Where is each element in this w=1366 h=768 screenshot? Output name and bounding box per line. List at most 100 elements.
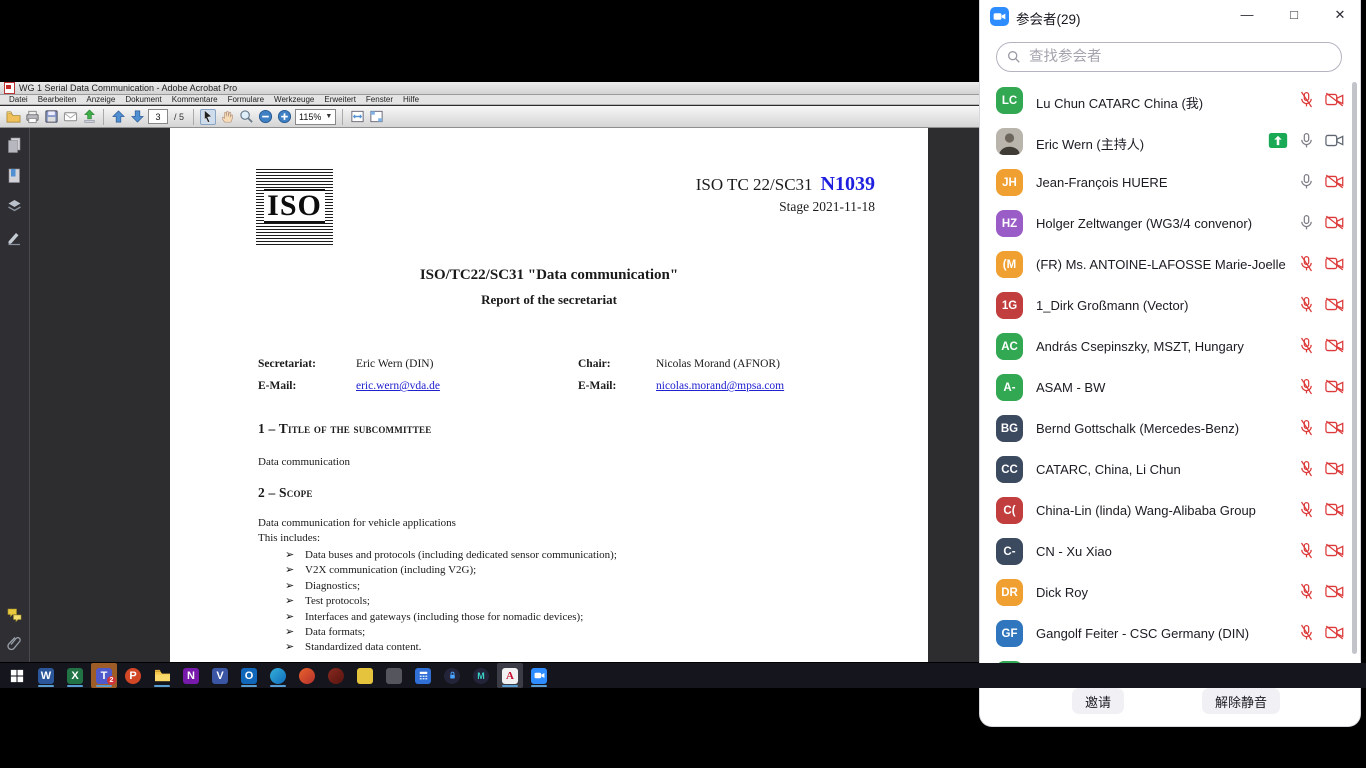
participant-row[interactable]: ACAndrás Csepinszky, MSZT, Hungary — [980, 326, 1360, 367]
zoom-level-select[interactable]: 115% ▼ — [295, 109, 336, 125]
window-title: WG 1 Serial Data Communication - Adobe A… — [19, 83, 237, 93]
unmute-all-button[interactable]: 解除静音 — [1202, 688, 1280, 714]
page-number-input[interactable]: 3 — [148, 109, 168, 124]
participant-row[interactable]: DRDick Roy — [980, 572, 1360, 613]
acrobat-title-bar[interactable]: WG 1 Serial Data Communication - Adobe A… — [0, 82, 980, 95]
print-icon[interactable] — [24, 109, 40, 125]
camera-off-icon — [1325, 297, 1344, 312]
menu-bearbeiten[interactable]: Bearbeiten — [33, 95, 82, 104]
participant-row[interactable]: GFGangolf Feiter - CSC Germany (DIN) — [980, 613, 1360, 654]
taskbar-item-acrobat[interactable]: A — [497, 663, 523, 688]
menu-fenster[interactable]: Fenster — [361, 95, 398, 104]
excel-icon: X — [67, 668, 83, 684]
taskbar-item-m-app[interactable]: M — [468, 663, 494, 688]
sticky-notes-icon — [357, 668, 373, 684]
taskbar-item-word[interactable]: W — [33, 663, 59, 688]
menu-erweitert[interactable]: Erweitert — [319, 95, 361, 104]
taskbar-item-zoom[interactable] — [526, 663, 552, 688]
prev-page-icon[interactable] — [110, 109, 126, 125]
participant-row[interactable]: LCLu Chun CATARC China (我) — [980, 80, 1360, 121]
participant-row[interactable]: (M(FR) Ms. ANTOINE-LAFOSSE Marie-Joelle — [980, 244, 1360, 285]
avatar — [996, 128, 1023, 155]
chair-value: Nicolas Morand (AFNOR) — [656, 358, 780, 370]
menu-hilfe[interactable]: Hilfe — [398, 95, 424, 104]
participant-row[interactable]: BGBernd Gottschalk (Mercedes-Benz) — [980, 408, 1360, 449]
hand-icon[interactable] — [219, 109, 235, 125]
zoom-in-icon[interactable] — [276, 109, 292, 125]
participant-photo — [996, 128, 1023, 155]
participant-status-icons — [1299, 378, 1344, 395]
participant-name: Dick Roy — [1036, 585, 1088, 600]
taskbar-item-calculator[interactable] — [410, 663, 436, 688]
comments-icon[interactable] — [6, 606, 23, 623]
save-icon[interactable] — [43, 109, 59, 125]
fit-page-icon[interactable] — [368, 109, 384, 125]
scrollbar[interactable] — [1352, 82, 1357, 654]
maximize-button[interactable]: □ — [1285, 5, 1303, 25]
search-box[interactable] — [996, 42, 1342, 72]
taskbar-item-sticky-notes[interactable] — [352, 663, 378, 688]
bullet-arrow-icon: ➢ — [285, 579, 305, 594]
taskbar-item-app-dark[interactable] — [381, 663, 407, 688]
participant-status-icons — [1299, 214, 1344, 231]
powerpoint-icon: P — [125, 668, 141, 684]
zoom-out-icon[interactable] — [257, 109, 273, 125]
visio-icon: V — [212, 668, 228, 684]
taskbar-item-app-red-2[interactable] — [323, 663, 349, 688]
participant-row[interactable]: HZHolger Zeltwanger (WG3/4 convenor) — [980, 203, 1360, 244]
participant-row[interactable]: C(China-Lin (linda) Wang-Alibaba Group — [980, 490, 1360, 531]
send-icon[interactable] — [81, 109, 97, 125]
select-icon[interactable] — [200, 109, 216, 125]
pages-icon[interactable] — [6, 136, 23, 153]
close-button[interactable]: ✕ — [1331, 5, 1349, 25]
taskbar-item-visio[interactable]: V — [207, 663, 233, 688]
participant-row[interactable]: C-CN - Xu Xiao — [980, 531, 1360, 572]
chair-email-link[interactable]: nicolas.morand@mpsa.com — [656, 380, 784, 392]
minimize-button[interactable]: — — [1238, 5, 1256, 25]
open-icon[interactable] — [5, 109, 21, 125]
taskbar-item-app-red-1[interactable] — [294, 663, 320, 688]
layers-icon[interactable] — [6, 198, 23, 215]
menu-formulare[interactable]: Formulare — [223, 95, 269, 104]
participant-row[interactable]: JHJean-François HUERE — [980, 162, 1360, 203]
taskbar-item-start[interactable] — [4, 663, 30, 688]
menu-dokument[interactable]: Dokument — [120, 95, 166, 104]
scope-item-text: V2X communication (including V2G); — [305, 564, 476, 576]
taskbar-item-edge[interactable] — [265, 663, 291, 688]
attachments-icon[interactable] — [6, 635, 23, 652]
participant-row[interactable]: 1G1_Dirk Großmann (Vector) — [980, 285, 1360, 326]
mic-muted-icon — [1299, 460, 1314, 477]
participant-row[interactable]: CCCATARC, China, Li Chun — [980, 449, 1360, 490]
scope-list-item: ➢Interfaces and gateways (including thos… — [285, 610, 617, 625]
participant-name: Holger Zeltwanger (WG3/4 convenor) — [1036, 216, 1252, 231]
fit-width-icon[interactable] — [349, 109, 365, 125]
signatures-icon[interactable] — [6, 229, 23, 246]
search-input[interactable] — [1027, 48, 1311, 66]
taskbar-item-outlook[interactable]: O — [236, 663, 262, 688]
taskbar-item-lock-app[interactable] — [439, 663, 465, 688]
zoom-marquee-icon[interactable] — [238, 109, 254, 125]
participant-row[interactable]: A-ASAM - BW — [980, 367, 1360, 408]
bookmarks-icon[interactable] — [6, 167, 23, 184]
taskbar-item-onenote[interactable]: N — [178, 663, 204, 688]
email-icon[interactable] — [62, 109, 78, 125]
folder-icon — [154, 668, 171, 683]
taskbar-item-teams[interactable]: T2 — [91, 663, 117, 688]
taskbar-item-file-explorer[interactable] — [149, 663, 175, 688]
taskbar-item-excel[interactable]: X — [62, 663, 88, 688]
page-total-label: / 5 — [174, 112, 184, 122]
participant-status-icons — [1299, 583, 1344, 600]
next-page-icon[interactable] — [129, 109, 145, 125]
menu-datei[interactable]: Datei — [4, 95, 33, 104]
taskbar-item-powerpoint[interactable]: P — [120, 663, 146, 688]
menu-anzeige[interactable]: Anzeige — [81, 95, 120, 104]
participant-name: CN - Xu Xiao — [1036, 544, 1112, 559]
menu-kommentare[interactable]: Kommentare — [167, 95, 223, 104]
invite-button[interactable]: 邀请 — [1072, 688, 1124, 714]
secretariat-email-link[interactable]: eric.wern@vda.de — [356, 380, 440, 392]
camera-off-icon — [1325, 625, 1344, 640]
search-icon — [1007, 50, 1021, 64]
menu-werkzeuge[interactable]: Werkzeuge — [269, 95, 319, 104]
open-app-indicator — [531, 685, 547, 687]
participant-row[interactable]: Eric Wern (主持人) — [980, 121, 1360, 162]
